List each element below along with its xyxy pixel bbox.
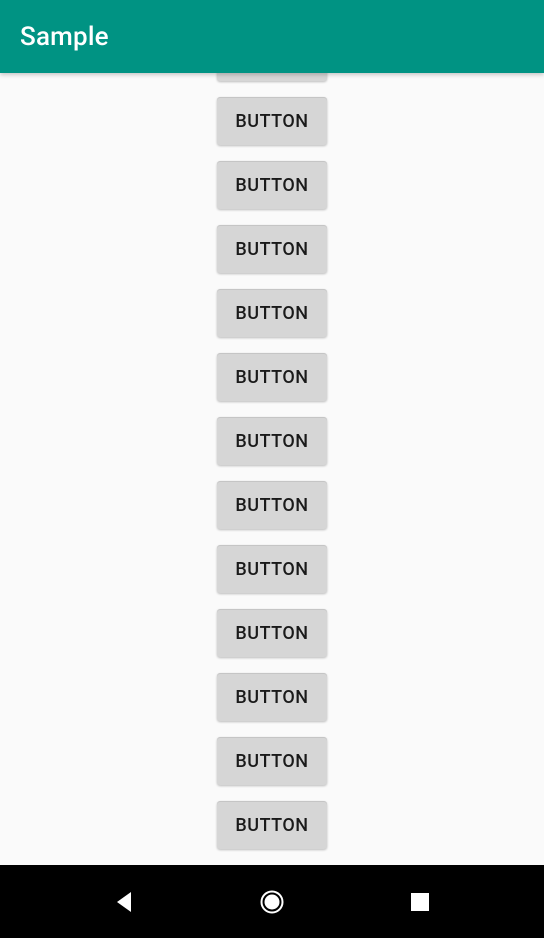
list-item: BUTTON <box>217 609 326 657</box>
back-icon[interactable] <box>111 889 137 915</box>
list-item: BUTTON <box>217 801 326 849</box>
button-list: BUTTON BUTTON BUTTON BUTTON BUTTON BUTTON BUTT… <box>0 73 544 849</box>
list-button[interactable]: BUTTON <box>217 481 326 529</box>
list-button[interactable]: BUTTON <box>217 161 326 209</box>
list-button[interactable]: BUTTON <box>217 417 326 465</box>
list-item: BUTTON <box>217 225 326 273</box>
list-button[interactable]: BUTTON <box>217 673 326 721</box>
app-bar: Sample <box>0 0 544 73</box>
list-button[interactable]: BUTTON <box>217 801 326 849</box>
list-button[interactable]: BUTTON <box>217 97 326 145</box>
home-icon[interactable] <box>259 889 285 915</box>
list-item: BUTTON <box>217 289 326 337</box>
list-button[interactable]: BUTTON <box>217 353 326 401</box>
list-item: BUTTON <box>217 673 326 721</box>
list-button[interactable]: BUTTON <box>217 545 326 593</box>
list-button[interactable]: BUTTON <box>217 737 326 785</box>
list-button[interactable]: BUTTON <box>217 73 326 81</box>
list-item: BUTTON <box>217 545 326 593</box>
list-item: BUTTON <box>217 97 326 145</box>
list-button[interactable]: BUTTON <box>217 225 326 273</box>
list-item: BUTTON <box>217 737 326 785</box>
list-button[interactable]: BUTTON <box>217 289 326 337</box>
list-item: BUTTON <box>217 73 326 81</box>
list-item: BUTTON <box>217 417 326 465</box>
list-item: BUTTON <box>217 353 326 401</box>
recents-icon[interactable] <box>407 889 433 915</box>
system-nav-bar <box>0 865 544 938</box>
list-item: BUTTON <box>217 161 326 209</box>
app-title: Sample <box>20 22 109 52</box>
list-button[interactable]: BUTTON <box>217 609 326 657</box>
content-area[interactable]: BUTTON BUTTON BUTTON BUTTON BUTTON BUTTON BUTT… <box>0 73 544 865</box>
list-item: BUTTON <box>217 481 326 529</box>
